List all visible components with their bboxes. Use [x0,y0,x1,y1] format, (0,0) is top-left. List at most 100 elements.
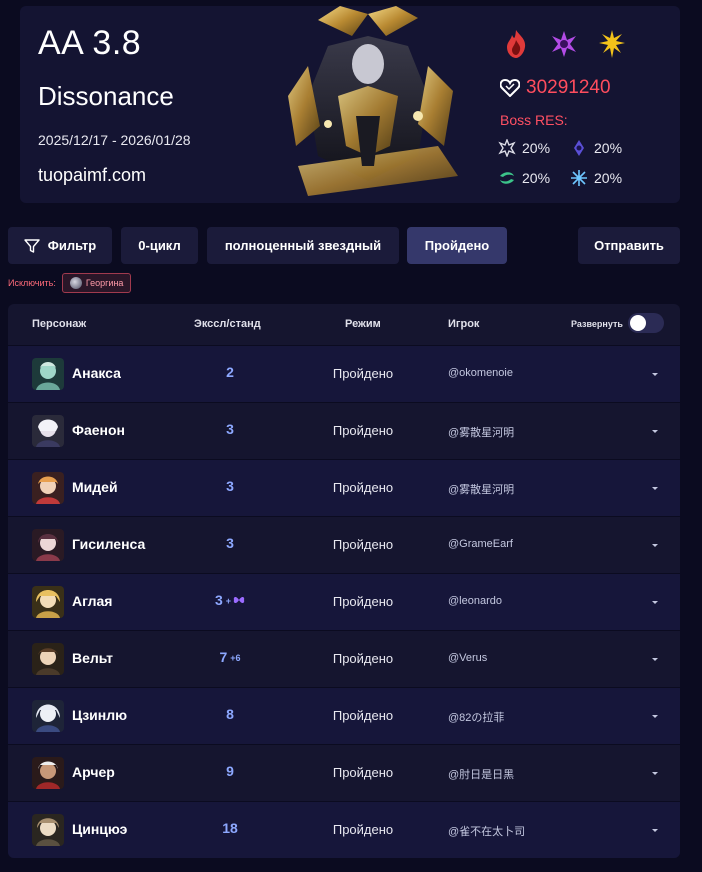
header-count: Эксcл/станд [194,318,261,330]
mode-label: Пройдено [332,708,394,723]
filter-bar: Фильтр 0-цикл полноценный звездный Пройд… [8,227,680,264]
eidolon-count: 7 [219,649,228,665]
header-character: Персонаж [32,318,87,330]
mode-label: Пройдено [332,423,394,438]
eidolon-count: 3 [226,421,234,437]
eidolon-count: 8 [226,706,234,722]
table-row[interactable]: Мидей 3 Пройдено @雾散星河明 [8,459,680,516]
character-name: Мидей [72,479,118,495]
expand-toggle[interactable] [628,313,664,333]
character-name: Вельт [72,650,114,666]
character-avatar [32,358,64,390]
chevron-down-icon[interactable] [649,539,661,551]
chevron-down-icon[interactable] [649,767,661,779]
player-link[interactable]: @雾散星河明 [448,424,514,440]
mode-label: Пройдено [332,651,394,666]
chevron-down-icon[interactable] [649,653,661,665]
player-link[interactable]: @Verus [448,652,487,664]
physical-icon [599,30,625,58]
eidolon-cell: 9 [158,763,302,779]
toggle-knob [630,315,646,331]
wind-res-icon [500,172,514,184]
stage-dates: 2025/12/17 - 2026/01/28 [38,132,191,148]
boss-hp-value: 30291240 [526,77,611,98]
boss-res-title: Boss RES: [500,112,568,128]
chevron-down-icon[interactable] [649,482,661,494]
table-row[interactable]: Гисиленса 3 Пройдено @GrameEarf [8,516,680,573]
passed-filter-button[interactable]: Пройдено [407,227,507,264]
eidolon-count: 3 [214,592,223,608]
filter-button[interactable]: Фильтр [8,227,112,264]
stage-title: AA 3.8 [38,24,142,62]
mode-label: Пройдено [332,537,394,552]
res-item-physical: 20% [498,139,570,157]
res-item-ice: 20% [570,169,642,187]
eidolon-count: 9 [226,763,234,779]
player-link[interactable]: @82の拉菲 [448,709,504,725]
physical-res-icon [498,139,516,157]
player-link[interactable]: @leonardo [448,595,502,607]
boss-hp: 30291240 [500,77,611,99]
mode-label: Пройдено [332,765,394,780]
table-row[interactable]: Фаенон 3 Пройдено @雾散星河明 [8,402,680,459]
table-row[interactable]: Цинцюэ 18 Пройдено @雀不在太卜司 [8,801,680,858]
character-avatar [32,586,64,618]
player-link[interactable]: @雾散星河明 [448,481,514,497]
lightcone-extra: +6 [230,653,241,663]
clears-table: Персонаж Эксcл/станд Режим Игрок Разверн… [8,304,680,858]
boss-res-grid: 20% 20% 20% 20% [498,139,642,187]
submit-button[interactable]: Отправить [578,227,680,264]
res-item-wind: 20% [498,169,570,187]
exclude-row: Исключить: Георгина [8,273,132,293]
eidolon-cell: 8 [158,706,302,722]
eidolon-count: 3 [226,535,234,551]
header-mode: Режим [345,318,381,330]
player-link[interactable]: @雀不在太卜司 [448,823,525,839]
character-avatar [32,643,64,675]
table-row[interactable]: Цзинлю 8 Пройдено @82の拉菲 [8,687,680,744]
table-row[interactable]: Вельт 7 +6 Пройдено @Verus [8,630,680,687]
eidolon-cell: 3 + [158,592,302,608]
character-name: Фаенон [72,422,125,438]
character-avatar [32,814,64,846]
table-header: Персонаж Эксcл/станд Режим Игрок Разверн… [8,304,680,345]
character-avatar [32,700,64,732]
star-filter-button[interactable]: полноценный звездный [207,227,399,264]
character-name: Гисиленса [72,536,146,552]
eidolon-count: 18 [222,820,238,836]
mode-label: Пройдено [332,822,394,837]
stage-header-card: AA 3.8 Dissonance 2025/12/17 - 2026/01/2… [20,6,680,203]
eidolon-cell: 3 [158,421,302,437]
player-link[interactable]: @GrameEarf [448,538,513,550]
cycle-filter-button[interactable]: 0-цикл [121,227,198,264]
chevron-down-icon[interactable] [649,824,661,836]
player-link[interactable]: @okomenoie [448,367,513,379]
character-name: Арчер [72,764,115,780]
chevron-down-icon[interactable] [649,368,661,380]
character-avatar [32,757,64,789]
table-row[interactable]: Анакса 2 Пройдено @okomenoie [8,345,680,402]
eidolon-count: 3 [226,478,234,494]
chip-avatar [69,277,82,289]
chevron-down-icon[interactable] [649,596,661,608]
expand-label: Развернуть [571,319,623,329]
character-avatar [32,529,64,561]
table-row[interactable]: Арчер 9 Пройдено @肘日是日黑 [8,744,680,801]
eidolon-cell: 18 [158,820,302,836]
exclude-chip[interactable]: Георгина [61,273,132,293]
character-name: Анакса [72,365,121,381]
res-item-quantum: 20% [570,139,642,157]
exclude-chip-label: Георгина [85,278,124,288]
character-name: Аглая [72,593,113,609]
chevron-down-icon[interactable] [649,710,661,722]
character-name: Цинцюэ [72,821,128,837]
boss-portrait [288,6,458,196]
eidolon-cell: 2 [158,364,302,380]
site-link[interactable]: tuopaimf.com [38,165,146,186]
fire-icon [507,30,526,58]
imaginary-icon [552,31,576,57]
funnel-icon [24,238,40,253]
table-row[interactable]: Аглая 3 + Пройдено @leonardo [8,573,680,630]
chevron-down-icon[interactable] [649,425,661,437]
player-link[interactable]: @肘日是日黑 [448,766,514,782]
